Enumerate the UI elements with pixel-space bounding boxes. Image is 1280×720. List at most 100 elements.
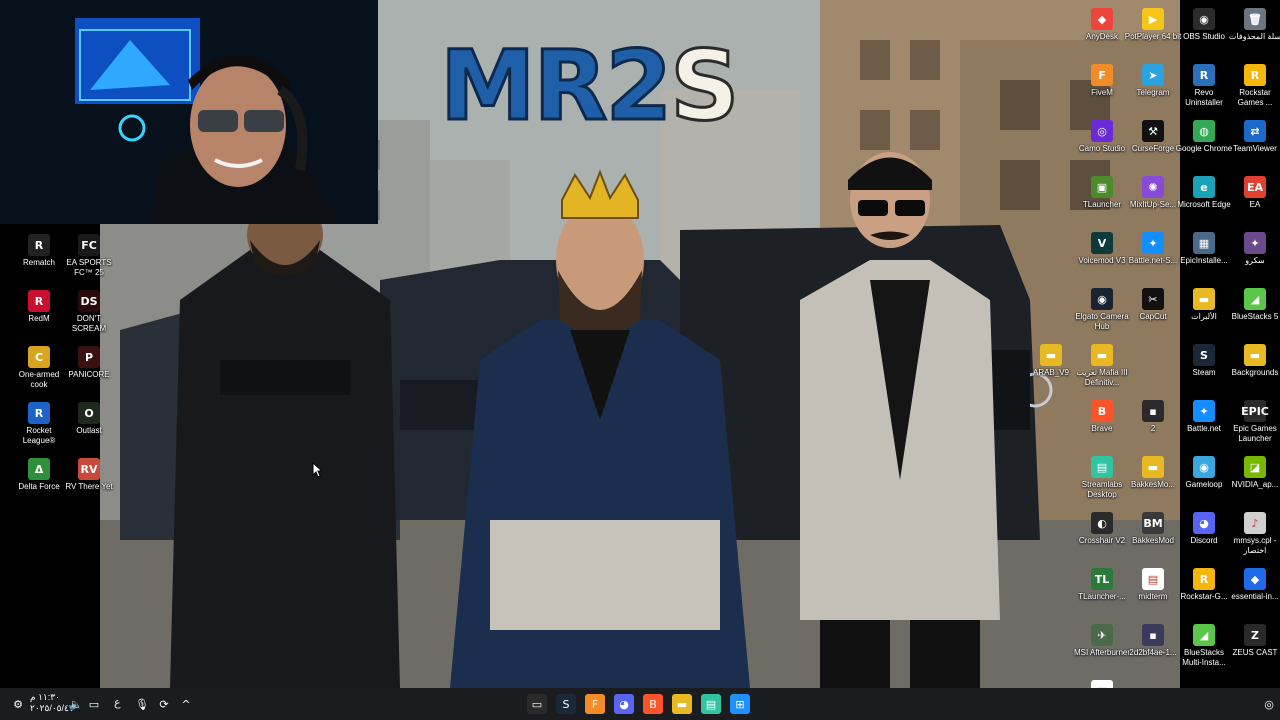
desktop-shortcut[interactable]: ◪ NVIDIA_ap... [1226, 452, 1280, 490]
desktop-shortcut[interactable]: ▬ BakkesMo... [1124, 452, 1182, 490]
desktop-shortcut-label: Brave [1091, 424, 1113, 433]
desktop-shortcut-label: Rockstar-G... [1180, 592, 1228, 601]
desktop-shortcut[interactable]: ✦ سكرو [1226, 228, 1280, 266]
desktop-shortcut[interactable]: EA EA [1226, 172, 1280, 210]
desktop-shortcut[interactable]: EPIC Epic Games Launcher [1226, 396, 1280, 444]
microphone-icon[interactable]: 🎙 [132, 694, 152, 714]
desktop-shortcut[interactable]: ◉ OBS Studio [1175, 4, 1233, 42]
panicore-icon: P [78, 346, 100, 368]
desktop-shortcut[interactable]: ▤ midterm [1124, 564, 1182, 602]
streamlabs-icon[interactable]: ▤ [701, 694, 721, 714]
desktop-shortcut[interactable]: DS DON'T SCREAM [60, 286, 118, 334]
wallpaper-title-mr2: MR2 [438, 30, 673, 142]
desktop-shortcut[interactable]: ◐ Crosshair V2 [1073, 508, 1131, 546]
desktop-shortcut[interactable]: ✈ MSI Afterburner [1073, 620, 1131, 658]
brave-icon[interactable]: B [643, 694, 663, 714]
desktop-shortcut[interactable]: R Rockstar Games ... [1226, 60, 1280, 108]
desktop-shortcut[interactable]: ◢ BlueStacks 5 [1226, 284, 1280, 322]
desktop-shortcut[interactable]: F FiveM [1073, 60, 1131, 98]
volume-icon[interactable]: 🔈 [66, 694, 86, 714]
desktop-shortcut[interactable]: S Steam [1175, 340, 1233, 378]
desktop-shortcut[interactable]: ➤ Telegram [1124, 60, 1182, 98]
teamviewer-icon: ⇄ [1244, 120, 1266, 142]
desktop-shortcut-label: essential-in... [1231, 592, 1279, 601]
desktop-shortcut[interactable]: ✂ CapCut [1124, 284, 1182, 322]
show-hidden-icons-chevron-icon[interactable]: ^ [176, 694, 196, 714]
desktop-shortcut[interactable]: ▪ 2 [1124, 396, 1182, 434]
desktop-shortcut-label: Microsoft Edge [1177, 200, 1231, 209]
folder-icon: ▬ [1193, 288, 1215, 310]
desktop-shortcut[interactable]: ◢ BlueStacks Multi-Insta... [1175, 620, 1233, 668]
terminal-icon[interactable]: ▭ [527, 694, 547, 714]
desktop-shortcut[interactable]: ▬ تعريب Mafia III Definitiv... [1073, 340, 1131, 388]
desktop-shortcut-label: MixItUp-Se... [1129, 200, 1177, 209]
desktop-shortcut[interactable]: RV RV There Yet [60, 454, 118, 492]
desktop-shortcut[interactable]: ✦ Battle.net [1175, 396, 1233, 434]
desktop-shortcut[interactable]: R Rockstar-G... [1175, 564, 1233, 602]
ea-fc-icon: FC [78, 234, 100, 256]
desktop-shortcut[interactable]: ⚒ CurseForge [1124, 116, 1182, 154]
sync-icon[interactable]: ⟳ [154, 694, 174, 714]
desktop-shortcut[interactable]: ◉ Gameloop [1175, 452, 1233, 490]
steam-icon[interactable]: S [556, 694, 576, 714]
crosshair-icon: ◐ [1091, 512, 1113, 534]
capcut-icon: ✂ [1142, 288, 1164, 310]
desktop-shortcut[interactable]: 🗑 سلة المحذوفات [1226, 4, 1280, 42]
desktop-shortcut-label: Epic Games Launcher [1233, 424, 1277, 443]
screw-icon: ✦ [1244, 232, 1266, 254]
desktop-shortcut-label: Revo Uninstaller [1185, 88, 1223, 107]
desktop-shortcut[interactable]: ♪ mmsys.cpl - اختصار [1226, 508, 1280, 556]
network-icon[interactable]: ▭ [84, 694, 104, 714]
desktop-shortcut[interactable]: ◆ AnyDesk [1073, 4, 1131, 42]
desktop-shortcut[interactable]: ▣ TLauncher [1073, 172, 1131, 210]
notification-icon[interactable]: ◎ [1259, 694, 1279, 714]
camo-icon: ◎ [1091, 120, 1113, 142]
mouse-cursor-icon [312, 462, 322, 478]
pdf-icon: ▤ [1142, 568, 1164, 590]
desktop-shortcut[interactable]: V Voicemod V3 [1073, 228, 1131, 266]
desktop-shortcut[interactable]: ◕ Discord [1175, 508, 1233, 546]
input-language[interactable]: ع [114, 696, 121, 709]
fivem-icon[interactable]: F [585, 694, 605, 714]
file-explorer-icon[interactable]: ▬ [672, 694, 692, 714]
desktop-shortcut[interactable]: ◉ Elgato Camera Hub [1073, 284, 1131, 332]
desktop-shortcut-label: 2d2bf4ae-1... [1129, 648, 1177, 657]
desktop-shortcut-label: TeamViewer [1233, 144, 1277, 153]
desktop-shortcut[interactable]: e Microsoft Edge [1175, 172, 1233, 210]
desktop-shortcut[interactable]: ✺ MixItUp-Se... [1124, 172, 1182, 210]
desktop-shortcut[interactable]: P PANICORE [60, 342, 118, 380]
desktop-shortcut[interactable]: R Revo Uninstaller [1175, 60, 1233, 108]
desktop-shortcut[interactable]: ▪ 2d2bf4ae-1... [1124, 620, 1182, 658]
desktop-shortcut-label: EA SPORTS FC™ 25 [66, 258, 112, 277]
discord-icon[interactable]: ◕ [614, 694, 634, 714]
wallpaper-title-s: S [669, 30, 741, 142]
desktop-shortcut[interactable]: ⇄ TeamViewer [1226, 116, 1280, 154]
desktop-shortcut[interactable]: ◍ Google Chrome [1175, 116, 1233, 154]
desktop-shortcut[interactable]: ✦ Battle.net-S... [1124, 228, 1182, 266]
desktop-shortcut-label: 2 [1150, 424, 1156, 433]
desktop-shortcut[interactable]: ▬ ARAB_V9 [1022, 340, 1080, 378]
desktop-shortcut[interactable]: Z ZEUS CAST [1226, 620, 1280, 658]
msi-afterburner-icon: ✈ [1091, 624, 1113, 646]
desktop-shortcut[interactable]: ◆ essential-in... [1226, 564, 1280, 602]
desktop-shortcut-label: BakkesMo... [1130, 480, 1175, 489]
mixitup-icon: ✺ [1142, 176, 1164, 198]
bluestacks-icon: ◢ [1244, 288, 1266, 310]
start-icon[interactable]: ⊞ [730, 694, 750, 714]
desktop-shortcut[interactable]: ▬ Backgrounds [1226, 340, 1280, 378]
desktop-shortcut[interactable]: B Brave [1073, 396, 1131, 434]
settings-tray-icon[interactable]: ⚙ [8, 694, 28, 714]
revo-icon: R [1193, 64, 1215, 86]
desktop-shortcut[interactable]: ▶ PotPlayer 64 bit [1124, 4, 1182, 42]
desktop-shortcut[interactable]: O Outlast [60, 398, 118, 436]
desktop-shortcut[interactable]: BM BakkesMod [1124, 508, 1182, 546]
nvidia-icon: ◪ [1244, 456, 1266, 478]
desktop-shortcut[interactable]: TL TLauncher-... [1073, 564, 1131, 602]
desktop-shortcut[interactable]: ▬ الألبرات [1175, 284, 1233, 322]
desktop-shortcut-label: ARAB_V9 [1032, 368, 1070, 377]
desktop-shortcut[interactable]: ◎ Camo Studio [1073, 116, 1131, 154]
desktop-shortcut[interactable]: ▦ EpicInstalle... [1175, 228, 1233, 266]
desktop-shortcut[interactable]: ▤ Streamlabs Desktop [1073, 452, 1131, 500]
desktop-shortcut[interactable]: FC EA SPORTS FC™ 25 [60, 230, 118, 278]
desktop-shortcut-label: NVIDIA_ap... [1231, 480, 1279, 489]
